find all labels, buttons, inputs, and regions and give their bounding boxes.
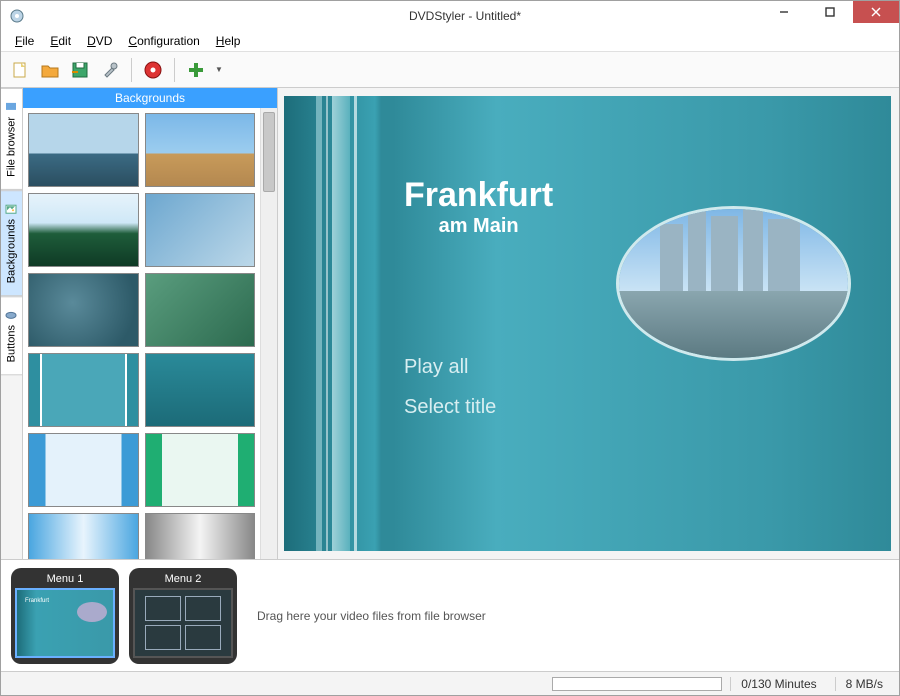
menu-preview-canvas[interactable]: Frankfurt am Main Play all Select title <box>284 96 891 551</box>
background-thumb[interactable] <box>145 273 256 347</box>
disc-usage-bar <box>552 677 722 691</box>
menu-image-frame[interactable] <box>616 206 851 361</box>
toolbar-separator-2 <box>174 58 175 82</box>
menu-dvd[interactable]: DVD <box>79 32 120 50</box>
timeline-strip[interactable]: Menu 1 Frankfurt Menu 2 Drag here your v… <box>1 559 899 671</box>
preview-area: Frankfurt am Main Play all Select title <box>278 88 899 559</box>
background-thumb[interactable] <box>145 353 256 427</box>
menu-thumb-label: Menu 1 <box>15 572 115 588</box>
background-thumb[interactable] <box>28 433 139 507</box>
button-icon <box>6 309 18 321</box>
menu-edit[interactable]: Edit <box>42 32 79 50</box>
menu-link-select-title[interactable]: Select title <box>404 396 496 419</box>
app-icon <box>9 8 25 24</box>
menu-thumb-preview <box>133 588 233 658</box>
app-window: DVDStyler - Untitled* File Edit DVD Conf… <box>0 0 900 696</box>
menu-link-play-all[interactable]: Play all <box>404 356 468 379</box>
side-panel: Backgrounds <box>23 88 278 559</box>
maximize-button[interactable] <box>807 1 853 23</box>
tab-file-browser[interactable]: File browser <box>1 88 22 190</box>
folder-icon <box>6 101 18 113</box>
menu-title: Frankfurt <box>404 176 553 215</box>
new-project-button[interactable] <box>7 57 33 83</box>
add-button[interactable] <box>183 57 209 83</box>
background-thumb[interactable] <box>145 433 256 507</box>
drop-hint: Drag here your video files from file bro… <box>257 609 486 623</box>
decor-stripe <box>326 96 328 551</box>
scrollbar-thumb[interactable] <box>263 112 275 192</box>
menu-configuration[interactable]: Configuration <box>120 32 207 50</box>
burn-button[interactable] <box>140 57 166 83</box>
background-thumb[interactable] <box>28 193 139 267</box>
status-minutes: 0/130 Minutes <box>730 677 826 691</box>
menu-thumb-1[interactable]: Menu 1 Frankfurt <box>11 568 119 664</box>
window-controls <box>761 1 899 23</box>
background-thumb[interactable] <box>28 353 139 427</box>
decor-stripe <box>316 96 322 551</box>
add-dropdown[interactable]: ▼ <box>213 65 225 74</box>
titlebar: DVDStyler - Untitled* <box>1 1 899 31</box>
background-thumb[interactable] <box>28 513 139 559</box>
tab-buttons[interactable]: Buttons <box>1 296 22 375</box>
image-icon <box>6 203 18 215</box>
open-button[interactable] <box>37 57 63 83</box>
background-thumb[interactable] <box>145 193 256 267</box>
decor-stripe <box>354 96 357 551</box>
save-button[interactable] <box>67 57 93 83</box>
settings-button[interactable] <box>97 57 123 83</box>
status-bitrate: 8 MB/s <box>835 677 893 691</box>
menu-thumb-preview: Frankfurt <box>15 588 115 658</box>
menu-help[interactable]: Help <box>208 32 249 50</box>
main-area: File browser Backgrounds Buttons Backgro… <box>1 88 899 559</box>
background-thumb[interactable] <box>28 113 139 187</box>
toolbar: ▼ <box>1 52 899 88</box>
background-thumb[interactable] <box>145 113 256 187</box>
statusbar: 0/130 Minutes 8 MB/s <box>1 671 899 695</box>
background-thumb[interactable] <box>28 273 139 347</box>
menu-file[interactable]: File <box>7 32 42 50</box>
tab-backgrounds[interactable]: Backgrounds <box>1 190 22 296</box>
background-thumb[interactable] <box>145 513 256 559</box>
minimize-button[interactable] <box>761 1 807 23</box>
close-button[interactable] <box>853 1 899 23</box>
side-tabs: File browser Backgrounds Buttons <box>1 88 23 559</box>
toolbar-separator <box>131 58 132 82</box>
background-thumbnails <box>23 108 260 559</box>
side-panel-header: Backgrounds <box>23 88 277 108</box>
decor-stripe <box>332 96 350 551</box>
menubar: File Edit DVD Configuration Help <box>1 31 899 52</box>
menu-subtitle: am Main <box>404 215 553 238</box>
menu-thumb-label: Menu 2 <box>133 572 233 588</box>
menu-thumb-2[interactable]: Menu 2 <box>129 568 237 664</box>
menu-title-block[interactable]: Frankfurt am Main <box>404 176 553 238</box>
side-scrollbar[interactable] <box>260 108 277 559</box>
